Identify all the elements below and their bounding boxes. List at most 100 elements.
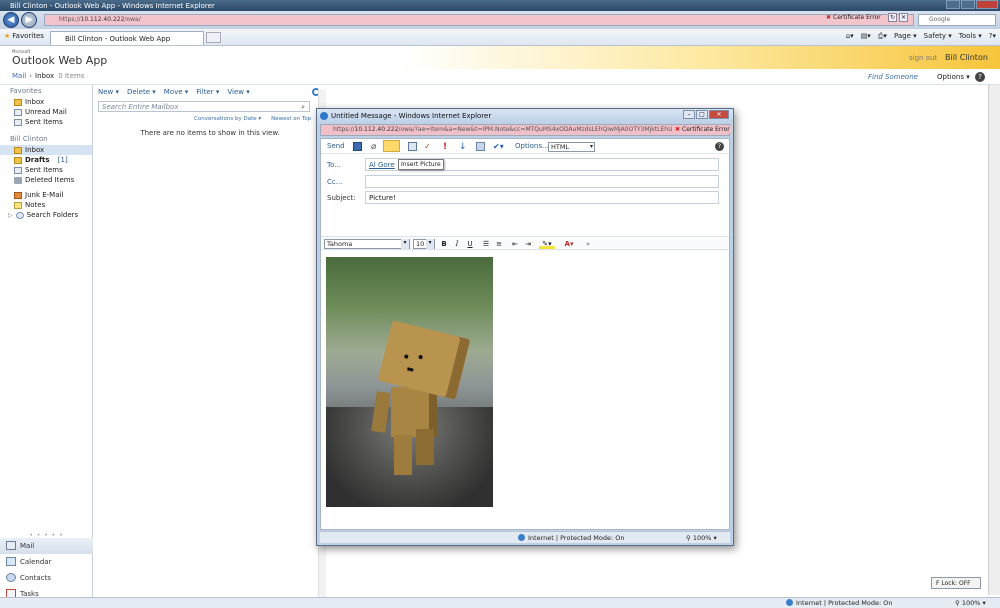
check-names-icon[interactable]: ✓ bbox=[424, 142, 433, 151]
message-options-icon[interactable] bbox=[476, 142, 485, 151]
certificate-error-indicator[interactable]: ✖ Certificate Error bbox=[826, 13, 881, 24]
new-button[interactable]: New ▾ bbox=[98, 88, 119, 96]
highlight-icon[interactable]: ✎▾ bbox=[539, 239, 555, 249]
unread-mail-icon bbox=[14, 108, 22, 116]
minimize-button[interactable] bbox=[946, 0, 960, 9]
font-color-icon[interactable]: A▾ bbox=[561, 239, 577, 249]
folder-deleted-items[interactable]: Deleted Items bbox=[0, 175, 92, 185]
breadcrumb-row: Mail › Inbox 0 Items Find Someone Options ▾… bbox=[0, 69, 1000, 85]
minimize-button[interactable]: – bbox=[683, 110, 695, 119]
refresh-icon[interactable]: ↻ bbox=[888, 13, 897, 22]
to-button[interactable]: To... bbox=[327, 161, 341, 169]
close-button[interactable]: ✕ bbox=[709, 110, 729, 119]
folder-inbox[interactable]: Inbox bbox=[0, 145, 92, 155]
compose-certificate-error[interactable]: ✖ Certificate Error bbox=[673, 126, 732, 133]
high-importance-icon[interactable]: ! bbox=[443, 142, 452, 152]
message-body[interactable] bbox=[321, 251, 729, 527]
fav-sent-items[interactable]: Sent Items bbox=[0, 117, 92, 127]
new-tab-button[interactable] bbox=[206, 32, 221, 43]
filter-button[interactable]: Filter ▾ bbox=[196, 88, 219, 96]
find-someone-link[interactable]: Find Someone bbox=[868, 73, 918, 81]
sort-by-link[interactable]: Conversations by Date ▾ bbox=[194, 116, 261, 122]
user-name: Bill Clinton bbox=[945, 53, 988, 62]
bold-button[interactable]: B bbox=[439, 239, 449, 249]
mailbox-header[interactable]: Bill Clinton bbox=[0, 133, 92, 145]
tab-owa[interactable]: Bill Clinton - Outlook Web App bbox=[50, 31, 204, 45]
tools-menu[interactable]: Tools ▾ bbox=[959, 32, 982, 41]
help-icon[interactable]: ? bbox=[715, 142, 724, 151]
safety-menu[interactable]: Safety ▾ bbox=[924, 32, 952, 41]
cc-button[interactable]: Cc... bbox=[327, 178, 342, 186]
module-calendar[interactable]: Calendar bbox=[0, 554, 93, 570]
recipient-al-gore[interactable]: Al Gore bbox=[369, 161, 395, 169]
folder-drafts[interactable]: Drafts [1] bbox=[0, 155, 92, 165]
browser-title-bar: Bill Clinton - Outlook Web App - Windows… bbox=[0, 0, 1000, 11]
subject-label: Subject: bbox=[327, 194, 356, 202]
italic-button[interactable]: I bbox=[452, 239, 462, 249]
numbering-icon[interactable]: ≡ bbox=[494, 239, 504, 249]
address-book-icon[interactable] bbox=[408, 142, 417, 151]
folder-junk[interactable]: Junk E-Mail bbox=[0, 190, 92, 200]
zoom-level[interactable]: ⚲ 100% ▾ bbox=[955, 599, 986, 607]
search-icon[interactable]: ⌕ bbox=[301, 103, 305, 112]
fav-unread-mail[interactable]: Unread Mail bbox=[0, 107, 92, 117]
page-scrollbar[interactable] bbox=[988, 85, 1000, 595]
mailbox-search-input[interactable]: Search Entire Mailbox ⌕ bbox=[98, 101, 310, 112]
increase-indent-icon[interactable]: ⇥ bbox=[523, 239, 533, 249]
compose-zoom-level[interactable]: ⚲ 100% ▾ bbox=[686, 534, 717, 542]
forward-arrow-icon[interactable]: ▶ bbox=[21, 12, 37, 28]
folder-search-folders[interactable]: ▷ Search Folders bbox=[0, 210, 92, 220]
back-arrow-icon[interactable]: ◀ bbox=[3, 12, 19, 28]
help-icon[interactable]: ?▾ bbox=[989, 32, 996, 41]
favorites-header[interactable]: Favorites bbox=[0, 85, 92, 97]
close-button[interactable] bbox=[976, 0, 998, 9]
home-icon[interactable]: ⌂▾ bbox=[846, 32, 854, 41]
delete-button[interactable]: Delete ▾ bbox=[127, 88, 156, 96]
compose-address-bar[interactable]: https://10.112.40.222/owa/?ae=Item&a=New… bbox=[320, 124, 730, 136]
maximize-button[interactable]: □ bbox=[696, 110, 708, 119]
subject-field[interactable]: Picture! bbox=[365, 191, 719, 204]
decrease-indent-icon[interactable]: ⇤ bbox=[510, 239, 520, 249]
insert-picture-tooltip: Insert Picture bbox=[398, 159, 444, 170]
low-importance-icon[interactable]: ↓ bbox=[459, 142, 468, 152]
view-button[interactable]: View ▾ bbox=[227, 88, 249, 96]
send-button[interactable]: Send bbox=[327, 142, 345, 150]
stop-icon[interactable]: ✕ bbox=[899, 13, 908, 22]
move-button[interactable]: Move ▾ bbox=[164, 88, 189, 96]
module-switcher: • • • • • Mail Calendar Contacts Tasks bbox=[0, 532, 93, 602]
help-icon[interactable]: ? bbox=[975, 72, 985, 82]
print-icon[interactable]: ⎙▾ bbox=[878, 32, 887, 41]
bullets-icon[interactable]: ☰ bbox=[481, 239, 491, 249]
spell-check-icon[interactable]: ✔▾ bbox=[493, 142, 509, 151]
options-menu[interactable]: Options ▾ bbox=[937, 73, 970, 81]
maximize-button[interactable] bbox=[961, 0, 975, 9]
options-button[interactable]: Options... bbox=[515, 142, 549, 150]
attach-icon[interactable]: ⌀ bbox=[371, 142, 380, 152]
mail-icon bbox=[6, 541, 16, 550]
font-size-select[interactable]: 10 ▾ bbox=[413, 239, 435, 249]
cc-field[interactable] bbox=[365, 175, 719, 188]
page-menu[interactable]: Page ▾ bbox=[894, 32, 917, 41]
globe-icon bbox=[518, 534, 525, 541]
folder-notes[interactable]: Notes bbox=[0, 200, 92, 210]
more-formatting-icon[interactable]: » bbox=[583, 239, 593, 249]
underline-button[interactable]: U bbox=[465, 239, 475, 249]
search-input[interactable]: Google bbox=[918, 14, 996, 26]
photo-leg-right bbox=[416, 429, 434, 465]
sort-order-link[interactable]: Newest on Top bbox=[271, 116, 311, 122]
insert-picture-button[interactable] bbox=[383, 140, 400, 152]
module-contacts[interactable]: Contacts bbox=[0, 570, 93, 586]
sign-out-link[interactable]: sign out bbox=[909, 54, 937, 62]
notes-icon bbox=[14, 201, 22, 209]
breadcrumb-mail[interactable]: Mail bbox=[12, 72, 26, 80]
inserted-picture[interactable] bbox=[326, 257, 493, 507]
folder-sent-items[interactable]: Sent Items bbox=[0, 165, 92, 175]
favorites-button[interactable]: ★ Favorites bbox=[4, 32, 44, 40]
address-bar[interactable]: https://10.112.40.222/owa/ bbox=[44, 14, 914, 26]
fav-inbox[interactable]: Inbox bbox=[0, 97, 92, 107]
save-icon[interactable] bbox=[353, 142, 362, 151]
feeds-icon[interactable]: ▤▾ bbox=[861, 32, 871, 41]
module-mail[interactable]: Mail bbox=[0, 538, 93, 554]
font-select[interactable]: Tahoma ▾ bbox=[324, 239, 410, 249]
format-select[interactable]: HTML ▾ bbox=[548, 142, 595, 152]
